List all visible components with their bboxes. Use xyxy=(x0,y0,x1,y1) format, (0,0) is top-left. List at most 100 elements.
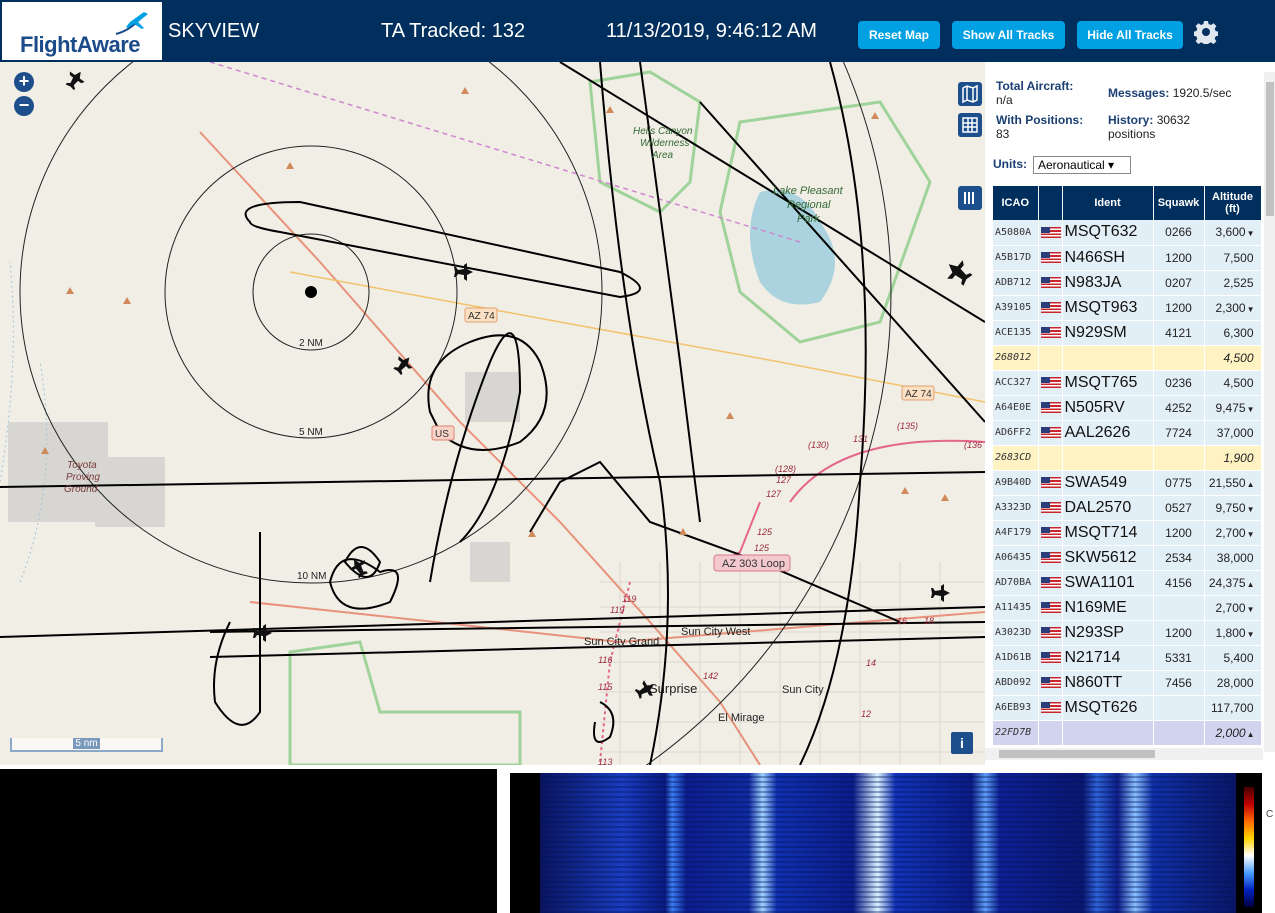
flag-cell xyxy=(1038,570,1063,596)
ident-cell: N983JA xyxy=(1062,270,1154,296)
zoom-out-button[interactable]: − xyxy=(14,96,34,116)
map-icon xyxy=(962,84,978,104)
altitude-cell: 3,600▼ xyxy=(1204,220,1262,246)
icao-cell: A5B17D xyxy=(993,245,1039,271)
highway-us60 xyxy=(199,131,761,765)
grid-toggle-button[interactable] xyxy=(958,113,982,137)
icao-cell: ACE135 xyxy=(993,320,1039,346)
ident-cell: SWA1101 xyxy=(1062,570,1154,596)
columns-toggle-button[interactable] xyxy=(958,186,982,210)
flag-cell xyxy=(1038,270,1063,296)
zoom-in-button[interactable]: + xyxy=(14,72,34,92)
flag-cell xyxy=(1038,370,1063,396)
horizontal-scroll-thumb[interactable] xyxy=(999,750,1155,758)
airport-area xyxy=(465,372,520,422)
altitude-cell: 2,700▼ xyxy=(1204,595,1262,621)
altitude-cell: 9,475▼ xyxy=(1204,395,1262,421)
table-row[interactable]: A4F179 MSQT714 1200 2,700▼ xyxy=(993,520,1262,546)
table-row[interactable]: 22FD7B 2,000▲ xyxy=(993,720,1262,746)
gear-icon[interactable] xyxy=(1194,20,1218,44)
scale-label: 5 nm xyxy=(73,738,100,749)
table-row[interactable]: A1D61B N21714 5331 5,400 xyxy=(993,645,1262,671)
col-squawk[interactable]: Squawk xyxy=(1153,186,1205,220)
table-row[interactable]: ABD092 N860TT 7456 28,000 xyxy=(993,670,1262,696)
altitude-cell: 2,700▼ xyxy=(1204,520,1262,546)
bottom-section: C xyxy=(0,765,1275,913)
history-label: History: xyxy=(1108,113,1154,127)
icao-cell: A1D61B xyxy=(993,645,1039,671)
us-flag-icon xyxy=(1040,502,1061,514)
altitude-value: 21,550 xyxy=(1208,475,1246,490)
reset-map-button[interactable]: Reset Map xyxy=(858,21,940,49)
col-ident[interactable]: Ident xyxy=(1062,186,1154,220)
altitude-trend-icon: ▲ xyxy=(1246,729,1255,739)
squawk-cell: 0775 xyxy=(1153,470,1205,496)
table-row[interactable]: A11435 N169ME 2,700▼ xyxy=(993,595,1262,621)
table-row[interactable]: ACC327 MSQT765 0236 4,500 xyxy=(993,370,1262,396)
table-row[interactable]: A64E0E N505RV 4252 9,475▼ xyxy=(993,395,1262,421)
aircraft-table: ICAO Ident Squawk Altitude (ft) A5080A MS… xyxy=(993,186,1262,746)
altitude-cell: 38,000 xyxy=(1204,545,1262,571)
us-flag-icon xyxy=(1040,577,1061,589)
table-row[interactable]: ADB712 N983JA 0207 2,525 xyxy=(993,270,1262,296)
table-row[interactable]: A6EB93 MSQT626 117,700 xyxy=(993,695,1262,721)
table-row[interactable]: ABA6A4 N85SW43758,300 xyxy=(993,745,1262,746)
route-127b: 127 xyxy=(766,489,782,499)
table-row[interactable]: ACE135 N929SM 4121 6,300 xyxy=(993,320,1262,346)
spectrum-waterfall xyxy=(510,773,1262,913)
altitude-value: 2,700 xyxy=(1215,600,1246,615)
table-row[interactable]: A5080A MSQT632 0266 3,600▼ xyxy=(993,220,1262,246)
ring-10nm-label: 10 NM xyxy=(297,571,326,582)
table-row[interactable]: 268012 4,500 xyxy=(993,345,1262,371)
map-layers-button[interactable] xyxy=(958,82,982,106)
flag-cell xyxy=(1038,395,1063,421)
messages-stat: Messages: 1920.5/sec xyxy=(1108,86,1231,100)
hide-all-tracks-button[interactable]: Hide All Tracks xyxy=(1077,21,1183,49)
col-flag[interactable] xyxy=(1038,186,1063,220)
tracked-count: TA Tracked: 132 xyxy=(381,20,526,42)
table-row[interactable]: 2683CD 1,900 xyxy=(993,445,1262,471)
altitude-value: 38,000 xyxy=(1216,550,1254,565)
aircraft-table-container[interactable]: ICAO Ident Squawk Altitude (ft) A5080A MS… xyxy=(993,186,1263,746)
sun-city-label: Sun City xyxy=(782,684,824,696)
col-icao[interactable]: ICAO xyxy=(993,186,1039,220)
route-115: 115 xyxy=(598,682,613,692)
col-altitude[interactable]: Altitude (ft) xyxy=(1204,186,1262,220)
flightaware-logo[interactable]: FlightAware xyxy=(2,2,162,60)
logo-text: FlightAware xyxy=(20,32,141,57)
total-aircraft-label: Total Aircraft: xyxy=(996,79,1074,93)
squawk-cell: 0236 xyxy=(1153,370,1205,396)
flag-cell xyxy=(1038,720,1063,746)
units-select[interactable]: Aeronautical ▾ xyxy=(1033,156,1131,174)
route-136: (136 xyxy=(964,440,982,450)
table-row[interactable]: A3323D DAL2570 0527 9,750▼ xyxy=(993,495,1262,521)
altitude-cell: 2,300▼ xyxy=(1204,295,1262,321)
flag-cell xyxy=(1038,745,1063,746)
altitude-cell: 21,550▲ xyxy=(1204,470,1262,496)
table-row[interactable]: A39105 MSQT963 1200 2,300▼ xyxy=(993,295,1262,321)
info-button[interactable]: i xyxy=(951,732,973,754)
az303-shield: AZ 303 Loop xyxy=(722,558,785,570)
table-row[interactable]: A9B40D SWA549 0775 21,550▲ xyxy=(993,470,1262,496)
altitude-cell: 5,400 xyxy=(1204,645,1262,671)
map-area[interactable]: 2 NM 5 NM 10 NM Hells Canyon Wilderness … xyxy=(0,62,985,765)
table-row[interactable]: AD6FF2 AAL2626 7724 37,000 xyxy=(993,420,1262,446)
squawk-cell: 0527 xyxy=(1153,495,1205,521)
ident-cell xyxy=(1062,345,1154,371)
show-all-tracks-button[interactable]: Show All Tracks xyxy=(952,21,1065,49)
table-row[interactable]: A06435 SKW5612 2534 38,000 xyxy=(993,545,1262,571)
altitude-cell: 4,500 xyxy=(1204,345,1262,371)
us-flag-icon xyxy=(1040,652,1061,664)
map-canvas[interactable]: 2 NM 5 NM 10 NM Hells Canyon Wilderness … xyxy=(0,62,985,765)
toyota-label: Toyota xyxy=(67,460,97,471)
vertical-scroll-thumb[interactable] xyxy=(1266,82,1274,216)
flag-cell xyxy=(1038,620,1063,646)
icao-cell: A06435 xyxy=(993,545,1039,571)
altitude-value: 3,600 xyxy=(1215,225,1246,240)
table-row[interactable]: A3023D N293SP 1200 1,800▼ xyxy=(993,620,1262,646)
ident-cell xyxy=(1062,445,1154,471)
table-row[interactable]: AD70BA SWA1101 4156 24,375▲ xyxy=(993,570,1262,596)
table-row[interactable]: A5B17D N466SH 1200 7,500 xyxy=(993,245,1262,271)
colorbar-label: C xyxy=(1266,809,1274,820)
altitude-trend-icon: ▼ xyxy=(1246,529,1255,539)
